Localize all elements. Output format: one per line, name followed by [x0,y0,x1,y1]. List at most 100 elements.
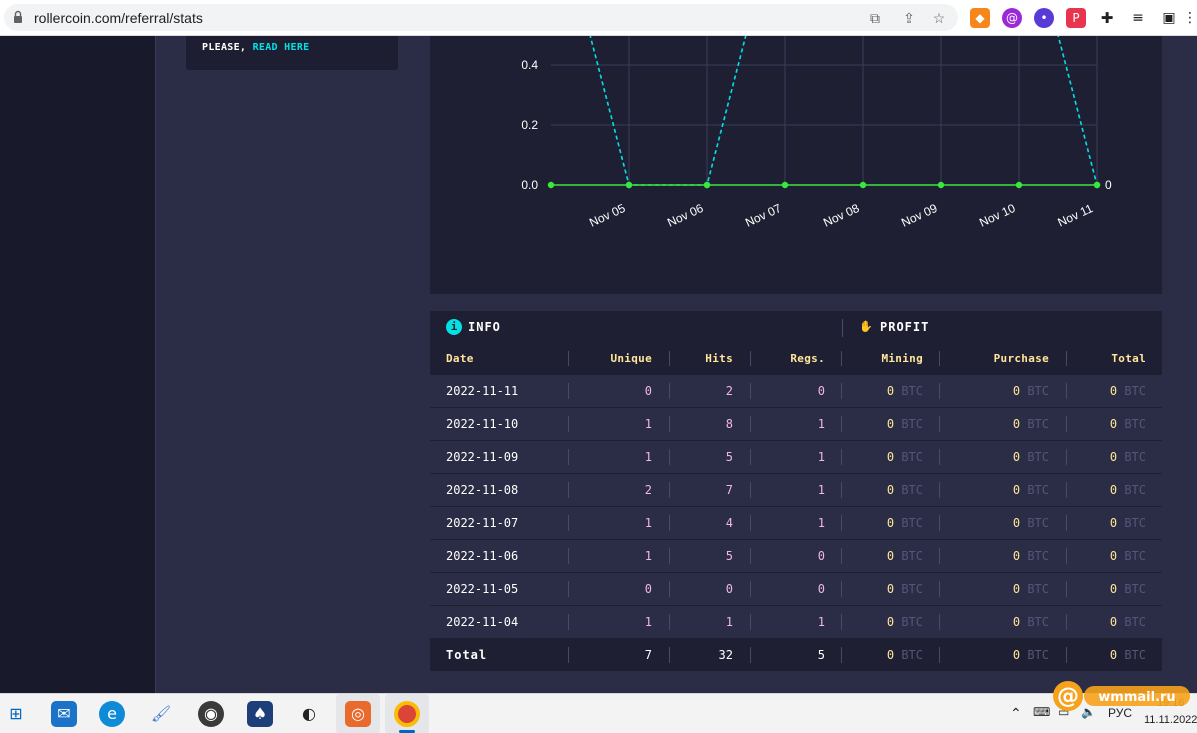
column-regs[interactable]: Regs. [752,349,825,375]
browser-toolbar: rollercoin.com/referral/stats ⧉ ⇪ ☆ ◆ @ … [0,0,1197,36]
tray-chevron-icon[interactable]: ⌃ [1010,705,1022,722]
profit-section-header: ✋ PROFIT [859,320,930,334]
cell-hits: 2 [725,384,733,398]
cell-purchase: 0 BTC [1012,450,1049,464]
cell-hits: 1 [725,615,733,629]
cell-unique: 1 [644,450,652,464]
puzzle-extensions-icon[interactable]: ✚ [1097,8,1117,28]
series-point-1 [1093,181,1101,189]
x-tick-label: Nov 11 [1056,201,1096,230]
translate-icon[interactable]: ⧉ [866,9,884,27]
column-purchase[interactable]: Purchase [941,349,1049,375]
extension-icon-ghost[interactable]: • [1034,8,1054,28]
table-header: Date Unique Hits Regs. Mining Purchase T… [430,349,1162,375]
cell-unique: 0 [644,384,652,398]
start-icon[interactable]: ⊞ [3,701,29,727]
cell-total: 0 BTC [1109,417,1146,431]
cell-mining: 0 BTC [886,450,923,464]
cell-mining: 0 BTC [886,549,923,563]
bookmark-star-icon[interactable]: ☆ [930,9,948,27]
edge-browser-icon[interactable]: e [99,701,125,727]
side-panel-icon[interactable]: ▣ [1159,8,1179,28]
cell-total: 0 BTC [1109,648,1146,662]
table-row: 2022-11-05 0 0 0 0 BTC 0 BTC 0 BTC [430,573,1162,605]
share-icon[interactable]: ⇪ [900,9,918,27]
table-row: 2022-11-06 1 5 0 0 BTC 0 BTC 0 BTC [430,540,1162,572]
menu-dots-icon[interactable]: ⋮ [1183,8,1197,28]
table-total-row: Total 7 32 5 0 BTC 0 BTC 0 BTC [430,639,1162,671]
extension-icon-purple[interactable]: @ [1002,8,1022,28]
table-row: 2022-11-08 2 7 1 0 BTC 0 BTC 0 BTC [430,474,1162,506]
cell-hits: 0 [725,582,733,596]
extension-icon-red[interactable]: P [1066,8,1086,28]
cell-hits: 4 [725,516,733,530]
cell-mining: 0 BTC [886,648,923,662]
cell-purchase: 0 BTC [1012,549,1049,563]
cell-date: 2022-11-09 [446,450,519,464]
y-tick-label: 0.0 [521,178,538,192]
cell-unique: 1 [644,615,652,629]
cell-total: 0 BTC [1109,483,1146,497]
notice-card: PLEASE, READ HERE [186,36,398,70]
column-date[interactable]: Date [446,349,474,375]
cell-unique: 1 [644,549,652,563]
main-content: PLEASE, READ HERE 0.0 0.2 0.4 0 Nov 05 Nov 06… [156,36,1197,693]
mail-app-icon[interactable]: ✉ [51,701,77,727]
cell-hits: 32 [718,648,733,662]
section-divider [842,319,843,337]
chrome-browser-icon[interactable] [394,701,420,727]
solitaire-app-icon[interactable]: ♠ [247,701,273,727]
cell-date: 2022-11-08 [446,483,519,497]
url-text[interactable]: rollercoin.com/referral/stats [34,10,203,26]
media-control-icon[interactable]: ≡ [1128,8,1148,28]
cell-mining: 0 BTC [886,516,923,530]
series-point-1 [547,181,555,189]
cell-total: 0 BTC [1109,582,1146,596]
profit-hand-icon: ✋ [859,320,873,333]
clock-date[interactable]: 11.11.2022 [1144,714,1197,726]
cell-regs: 1 [817,450,825,464]
cell-purchase: 0 BTC [1012,516,1049,530]
app-icon-dark[interactable]: ◐ [296,701,322,727]
cell-unique: 1 [644,516,652,530]
read-here-link[interactable]: READ HERE [253,42,310,53]
cell-purchase: 0 BTC [1012,417,1049,431]
cell-total: 0 BTC [1109,516,1146,530]
column-total[interactable]: Total [1068,349,1146,375]
cell-regs: 5 [817,648,825,662]
chart-svg: 0.0 0.2 0.4 0 Nov 05 Nov 06 Nov 07 Nov 08 Nov 09… [521,36,1112,230]
windows-taskbar: ⊞ ✉ e 🖌 ◉ ♠ ◐ ◎ ⌃ ⌨ ▭ 🔈 РУС 19:16 11.11.… [0,693,1197,733]
cell-mining: 0 BTC [886,615,923,629]
series-point-1 [937,181,945,189]
right-axis-tick-label: 0 [1105,178,1112,192]
cell-regs: 1 [817,417,825,431]
series-line-0 [589,36,1098,186]
app-icon-orange[interactable]: ◎ [345,701,371,727]
cell-regs: 1 [817,615,825,629]
cell-regs: 0 [817,549,825,563]
cell-hits: 8 [725,417,733,431]
column-unique[interactable]: Unique [570,349,652,375]
cell-unique: 0 [644,582,652,596]
cell-total: 0 BTC [1109,450,1146,464]
cell-unique: 7 [644,648,652,662]
column-mining[interactable]: Mining [843,349,923,375]
y-tick-label: 0.4 [521,58,538,72]
media-player-icon[interactable]: ◉ [198,701,224,727]
wmmail-watermark-logo: @ wmmail.ru [1053,681,1190,711]
cell-unique: 1 [644,417,652,431]
address-bar[interactable]: rollercoin.com/referral/stats ⧉ ⇪ ☆ [4,4,958,31]
paint-app-icon[interactable]: 🖌 [148,701,174,727]
x-tick-label: Nov 10 [977,201,1018,230]
x-tick-label: Nov 08 [821,201,862,230]
column-hits[interactable]: Hits [671,349,733,375]
cell-mining: 0 BTC [886,582,923,596]
x-tick-label: Nov 07 [743,201,784,230]
metamask-extension-icon[interactable]: ◆ [970,8,990,28]
table-row: 2022-11-04 1 1 1 0 BTC 0 BTC 0 BTC [430,606,1162,638]
cell-purchase: 0 BTC [1012,615,1049,629]
table-row: 2022-11-09 1 5 1 0 BTC 0 BTC 0 BTC [430,441,1162,473]
cell-purchase: 0 BTC [1012,648,1049,662]
cell-unique: 2 [644,483,652,497]
lock-icon[interactable] [13,10,23,24]
